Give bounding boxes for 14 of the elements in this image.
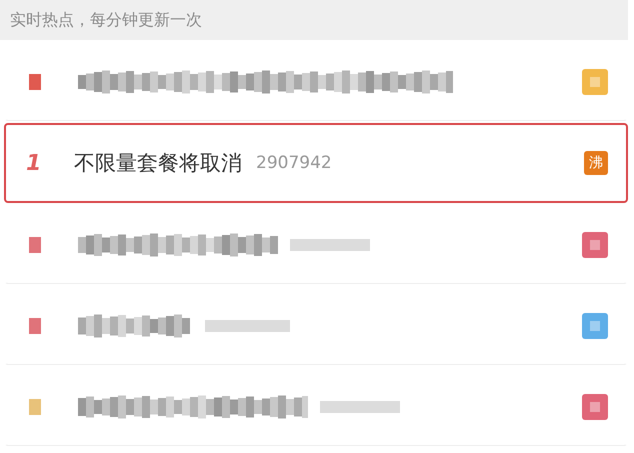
topic-title: 不限量套餐将取消 [74, 150, 242, 177]
blurred-badge-icon [582, 394, 608, 420]
hot-topic-row[interactable]: 1 不限量套餐将取消 2907942 沸 [4, 123, 628, 203]
rank-number: 1 [26, 150, 42, 176]
blurred-rank-icon [28, 72, 42, 92]
header-text: 实时热点，每分钟更新一次 [10, 10, 202, 30]
blurred-badge-icon [582, 69, 608, 95]
heat-count: 2907942 [256, 153, 332, 173]
blurred-badge-icon [582, 313, 608, 339]
blurred-badge-icon [582, 232, 608, 258]
hot-badge: 沸 [584, 151, 608, 175]
blurred-rank-icon [28, 316, 42, 336]
blurred-rank-icon [28, 235, 42, 255]
blurred-rank-icon [28, 397, 42, 417]
